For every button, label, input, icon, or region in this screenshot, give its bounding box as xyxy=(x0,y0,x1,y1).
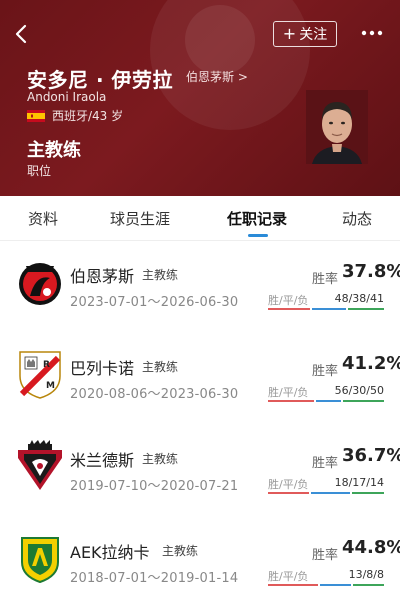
win-rate-value: 44.8% xyxy=(342,537,400,558)
club-role: 主教练 xyxy=(162,544,199,558)
win-rate-value: 37.8% xyxy=(342,261,400,282)
wdl-bar-draw xyxy=(311,492,350,494)
win-rate-label: 胜率 xyxy=(312,548,339,563)
wdl-bar-loss xyxy=(347,308,384,310)
position-value: 主教练 xyxy=(27,140,81,161)
tab-profile[interactable]: 资料 xyxy=(28,208,58,229)
coach-name-english: Andoni Iraola xyxy=(27,90,107,104)
wdl-bar-win xyxy=(268,308,311,310)
aek-larnaca-logo xyxy=(21,537,59,584)
club-name: 伯恩茅斯 xyxy=(70,267,135,286)
club-role: 主教练 xyxy=(142,360,179,374)
wdl-bar-loss xyxy=(353,584,384,586)
position-label: 职位 xyxy=(27,164,52,178)
coach-name: 安多尼 · 伊劳拉 xyxy=(27,68,174,92)
nationality-age: 西班牙/43 岁 xyxy=(52,109,124,123)
tenure-dates: 2020-08-06～2023-06-30 xyxy=(70,387,239,402)
club-role: 主教练 xyxy=(142,452,179,466)
svg-text:M: M xyxy=(46,381,55,391)
wdl-label: 胜/平/负 xyxy=(268,294,309,307)
record-item-bournemouth[interactable]: 伯恩茅斯 主教练 2023-07-01～2026-06-30 胜率 37.8% … xyxy=(0,246,400,336)
plus-icon: + xyxy=(282,24,297,43)
wdl-value: 13/8/8 xyxy=(348,568,384,581)
chevron-left-icon[interactable] xyxy=(10,22,34,46)
wdl-label: 胜/平/负 xyxy=(268,386,309,399)
mirandes-logo xyxy=(18,440,62,490)
rayo-vallecano-logo: R M xyxy=(19,351,61,399)
win-rate-label: 胜率 xyxy=(312,456,339,471)
tab-coaching-record[interactable]: 任职记录 xyxy=(227,208,287,229)
wdl-value: 48/38/41 xyxy=(334,292,384,305)
record-item-mirandes[interactable]: 米兰德斯 主教练 2019-07-10～2020-07-21 胜率 36.7% … xyxy=(0,430,400,520)
wdl-bar xyxy=(268,308,384,310)
wdl-value: 56/30/50 xyxy=(334,384,384,397)
wdl-bar-loss xyxy=(342,400,384,402)
wdl-bar-draw xyxy=(312,308,346,310)
wdl-label: 胜/平/负 xyxy=(268,570,309,583)
win-rate-value: 41.2% xyxy=(342,353,400,374)
follow-label: 关注 xyxy=(299,27,328,43)
follow-button[interactable]: + 关注 xyxy=(273,21,337,47)
wdl-bar-loss xyxy=(351,492,384,494)
tab-news[interactable]: 动态 xyxy=(342,208,372,229)
svg-text:R: R xyxy=(43,360,50,370)
tab-player-career[interactable]: 球员生涯 xyxy=(110,208,170,229)
record-item-aek-larnaca[interactable]: AEK拉纳卡 主教练 2018-07-01～2019-01-14 胜率 44.8… xyxy=(0,522,400,612)
wdl-bar xyxy=(268,584,384,586)
wdl-bar-draw xyxy=(316,400,341,402)
wdl-bar xyxy=(268,492,384,494)
more-dots-icon[interactable] xyxy=(360,25,384,41)
current-team-link[interactable]: 伯恩茅斯 > xyxy=(186,68,248,85)
tenure-dates: 2018-07-01～2019-01-14 xyxy=(70,571,239,586)
tab-bar: 资料 球员生涯 任职记录 动态 xyxy=(0,196,400,240)
record-item-rayo[interactable]: R M 巴列卡诺 主教练 2020-08-06～2023-06-30 胜率 41… xyxy=(0,338,400,428)
active-tab-indicator xyxy=(248,234,268,237)
bournemouth-logo xyxy=(19,263,61,305)
wdl-bar-win xyxy=(268,584,319,586)
club-name: 米兰德斯 xyxy=(70,451,135,470)
wdl-value: 18/17/14 xyxy=(334,476,384,489)
tenure-dates: 2023-07-01～2026-06-30 xyxy=(70,295,239,310)
wdl-label: 胜/平/负 xyxy=(268,478,309,491)
wdl-bar-win xyxy=(268,400,315,402)
win-rate-label: 胜率 xyxy=(312,364,339,379)
club-name: AEK拉纳卡 xyxy=(70,543,150,562)
wdl-bar-draw xyxy=(320,584,352,586)
wdl-bar-win xyxy=(268,492,310,494)
coach-avatar xyxy=(306,90,368,164)
win-rate-value: 36.7% xyxy=(342,445,400,466)
club-role: 主教练 xyxy=(142,268,179,282)
wdl-bar xyxy=(268,400,384,402)
win-rate-label: 胜率 xyxy=(312,272,339,287)
tenure-dates: 2019-07-10～2020-07-21 xyxy=(70,479,239,494)
header-decoration-inner xyxy=(185,5,255,75)
spain-flag-icon xyxy=(27,110,45,122)
club-name: 巴列卡诺 xyxy=(70,359,135,378)
tabs-divider xyxy=(0,240,400,241)
profile-header: + 关注 安多尼 · 伊劳拉 伯恩茅斯 > Andoni Iraola 西班牙/… xyxy=(0,0,400,196)
